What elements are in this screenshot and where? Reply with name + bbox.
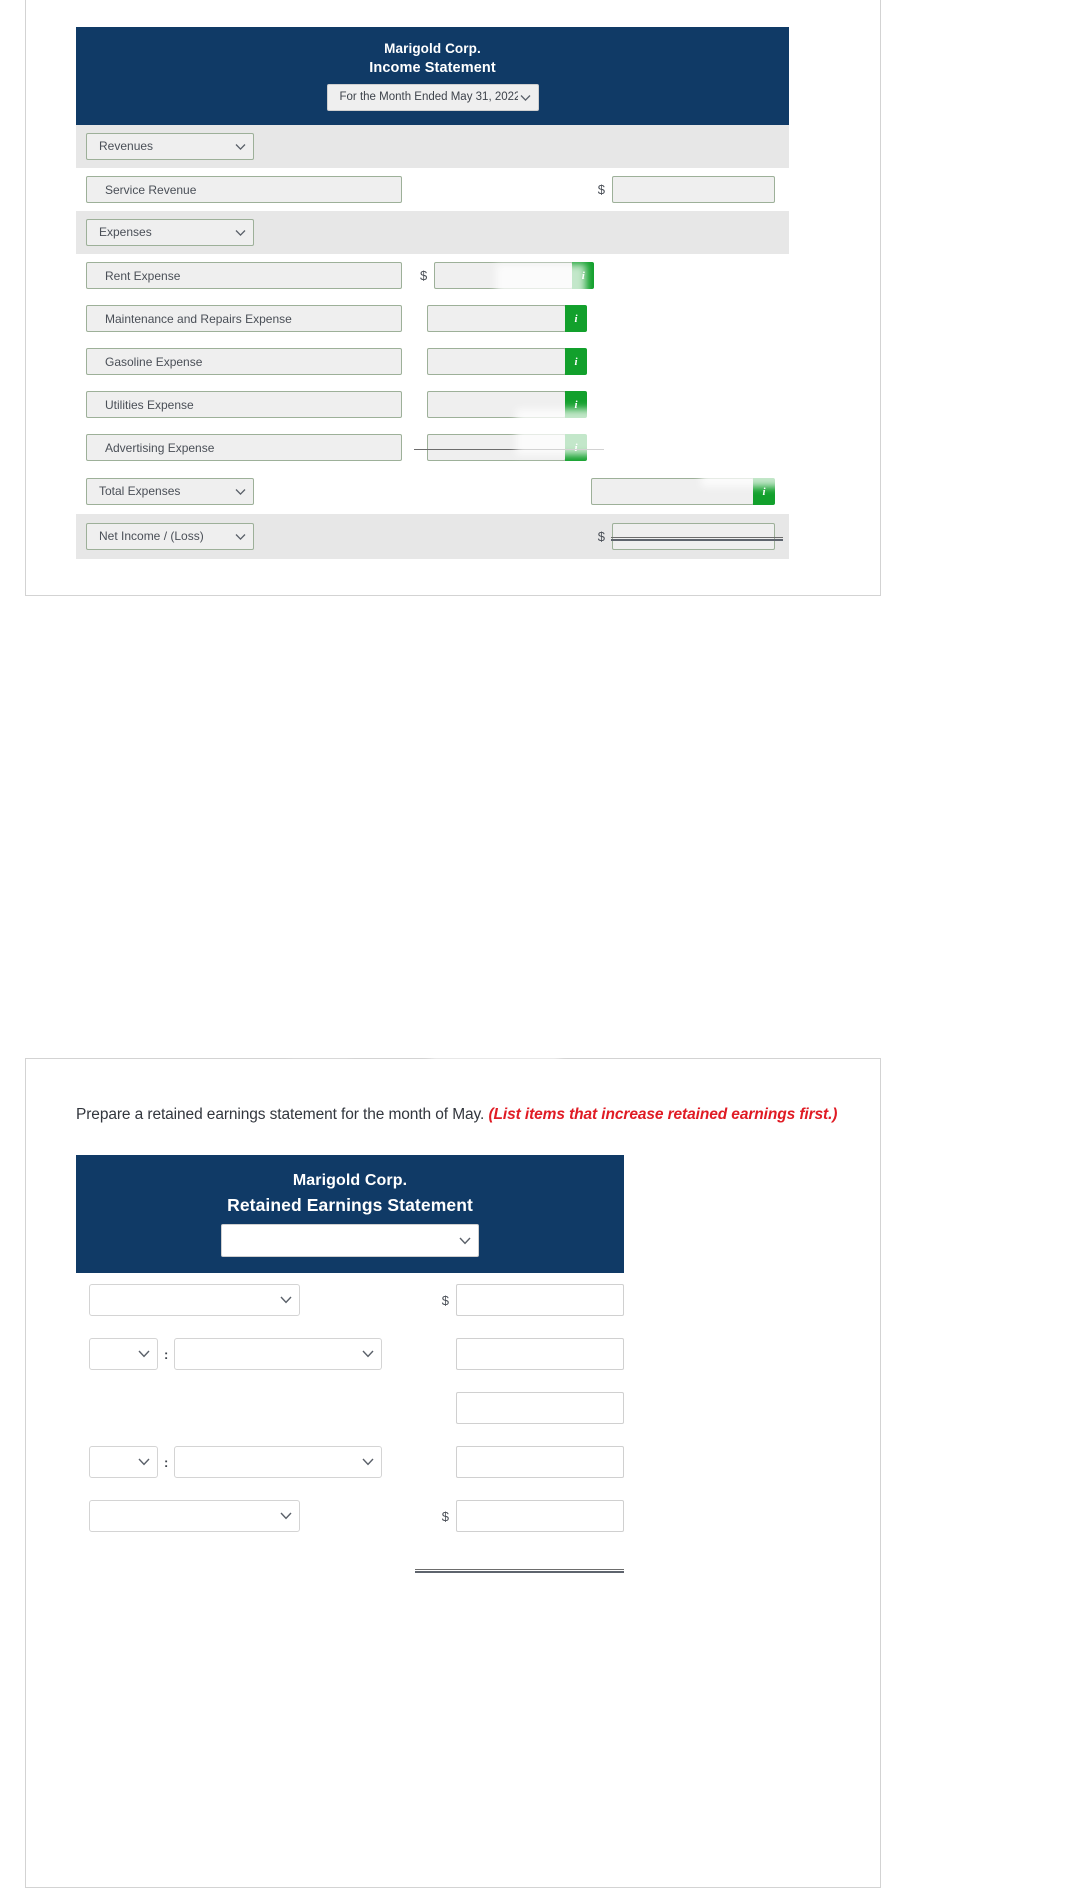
table-row: $ bbox=[76, 168, 789, 211]
statement-title: Retained Earnings Statement bbox=[227, 1195, 473, 1215]
info-icon[interactable]: i bbox=[572, 262, 595, 289]
re-row2-amount-input[interactable] bbox=[456, 1338, 624, 1370]
table-row: $ i bbox=[76, 254, 789, 297]
re-final-double-rule bbox=[415, 1569, 624, 1573]
re-row5-amount-input[interactable] bbox=[456, 1500, 624, 1532]
re-row4-select-a-wrapper[interactable] bbox=[89, 1446, 158, 1478]
currency-symbol: $ bbox=[597, 529, 605, 544]
total-expenses-select[interactable]: Total Expenses bbox=[86, 478, 254, 505]
service-revenue-amount-input[interactable] bbox=[612, 176, 775, 203]
table-row: i bbox=[76, 340, 789, 383]
list-item: $ bbox=[76, 1273, 624, 1327]
currency-symbol: $ bbox=[597, 182, 605, 197]
info-icon[interactable]: i bbox=[565, 391, 587, 418]
re-row4-select-a[interactable] bbox=[89, 1446, 158, 1478]
table-row: i bbox=[76, 297, 789, 340]
currency-symbol: $ bbox=[420, 268, 428, 283]
instruction-hint: (List items that increase retained earni… bbox=[488, 1106, 838, 1123]
currency-symbol: $ bbox=[441, 1292, 449, 1308]
rent-expense-label-field[interactable] bbox=[86, 262, 402, 289]
total-expenses-amount-input[interactable] bbox=[591, 478, 754, 505]
service-revenue-label-field[interactable] bbox=[86, 176, 402, 203]
gasoline-expense-amount-input[interactable] bbox=[427, 348, 566, 375]
sidebar-item-expenses[interactable]: Expenses bbox=[86, 219, 254, 246]
maintenance-expense-label-field[interactable] bbox=[86, 305, 402, 332]
info-icon[interactable]: i bbox=[565, 305, 587, 332]
total-expenses-select-wrapper[interactable]: Total Expenses bbox=[86, 478, 254, 505]
income-statement-card: Marigold Corp. Income Statement For the … bbox=[25, 0, 881, 596]
info-icon[interactable]: i bbox=[753, 478, 775, 505]
separator: : bbox=[164, 1346, 169, 1362]
advertising-expense-label-field[interactable] bbox=[86, 434, 402, 461]
re-row2-select-b[interactable] bbox=[174, 1338, 383, 1370]
instruction-main: Prepare a retained earnings statement fo… bbox=[76, 1106, 489, 1123]
net-income-select-wrapper[interactable]: Net Income / (Loss) bbox=[86, 523, 254, 550]
statement-title: Income Statement bbox=[369, 60, 496, 76]
advertising-expense-amount-input[interactable] bbox=[427, 434, 566, 461]
retained-earnings-statement: Marigold Corp. Retained Earnings Stateme… bbox=[76, 1155, 624, 1573]
utilities-expense-label-field[interactable] bbox=[86, 391, 402, 418]
info-icon[interactable]: i bbox=[565, 348, 587, 375]
re-row4-select-b-wrapper[interactable] bbox=[174, 1446, 383, 1478]
re-row2-select-a-wrapper[interactable] bbox=[89, 1338, 158, 1370]
expenses-select-wrapper[interactable]: Expenses bbox=[86, 219, 254, 246]
retained-period-select-wrapper[interactable] bbox=[221, 1224, 479, 1257]
currency-symbol: $ bbox=[441, 1508, 449, 1524]
table-row: i bbox=[76, 426, 789, 469]
total-expenses-row: Total Expenses i bbox=[76, 469, 789, 514]
net-income-select[interactable]: Net Income / (Loss) bbox=[86, 523, 254, 550]
re-row1-select[interactable] bbox=[89, 1284, 300, 1316]
expenses-section-row: Expenses bbox=[76, 211, 789, 254]
list-item: : bbox=[76, 1435, 624, 1489]
company-name: Marigold Corp. bbox=[292, 1172, 408, 1189]
period-select-wrapper[interactable]: For the Month Ended May 31, 2022 bbox=[326, 84, 539, 111]
period-select[interactable]: For the Month Ended May 31, 2022 bbox=[326, 84, 539, 111]
re-row4-amount-input[interactable] bbox=[456, 1446, 624, 1478]
revenues-select-wrapper[interactable]: Revenues bbox=[86, 133, 254, 160]
list-item: $ bbox=[76, 1489, 624, 1543]
retained-period-select[interactable] bbox=[221, 1224, 479, 1257]
re-row5-select[interactable] bbox=[89, 1500, 300, 1532]
re-row1-amount-input[interactable] bbox=[456, 1284, 624, 1316]
re-row3-amount-input[interactable] bbox=[456, 1392, 624, 1424]
income-statement: Marigold Corp. Income Statement For the … bbox=[76, 27, 789, 559]
re-row2-select-b-wrapper[interactable] bbox=[174, 1338, 383, 1370]
retained-earnings-card: Prepare a retained earnings statement fo… bbox=[25, 1058, 881, 1888]
re-row5-select-wrapper[interactable] bbox=[89, 1500, 300, 1532]
net-income-double-rule bbox=[611, 537, 783, 541]
subtotal-rule bbox=[414, 449, 604, 450]
re-row1-select-wrapper[interactable] bbox=[89, 1284, 300, 1316]
list-item: : bbox=[76, 1327, 624, 1381]
table-row: i bbox=[76, 383, 789, 426]
rent-expense-amount-input[interactable] bbox=[434, 262, 574, 289]
revenues-section-row: Revenues bbox=[76, 125, 789, 168]
re-row4-select-b[interactable] bbox=[174, 1446, 383, 1478]
re-row2-select-a[interactable] bbox=[89, 1338, 158, 1370]
separator: : bbox=[164, 1454, 169, 1470]
income-statement-header: Marigold Corp. Income Statement For the … bbox=[76, 27, 789, 125]
info-icon[interactable]: i bbox=[565, 434, 587, 461]
gasoline-expense-label-field[interactable] bbox=[86, 348, 402, 375]
maintenance-expense-amount-input[interactable] bbox=[427, 305, 566, 332]
list-item bbox=[76, 1381, 624, 1435]
utilities-expense-amount-input[interactable] bbox=[427, 391, 566, 418]
sidebar-item-revenues[interactable]: Revenues bbox=[86, 133, 254, 160]
instruction-text: Prepare a retained earnings statement fo… bbox=[76, 1106, 837, 1124]
company-name: Marigold Corp. bbox=[384, 41, 481, 56]
retained-earnings-header: Marigold Corp. Retained Earnings Stateme… bbox=[76, 1155, 624, 1273]
